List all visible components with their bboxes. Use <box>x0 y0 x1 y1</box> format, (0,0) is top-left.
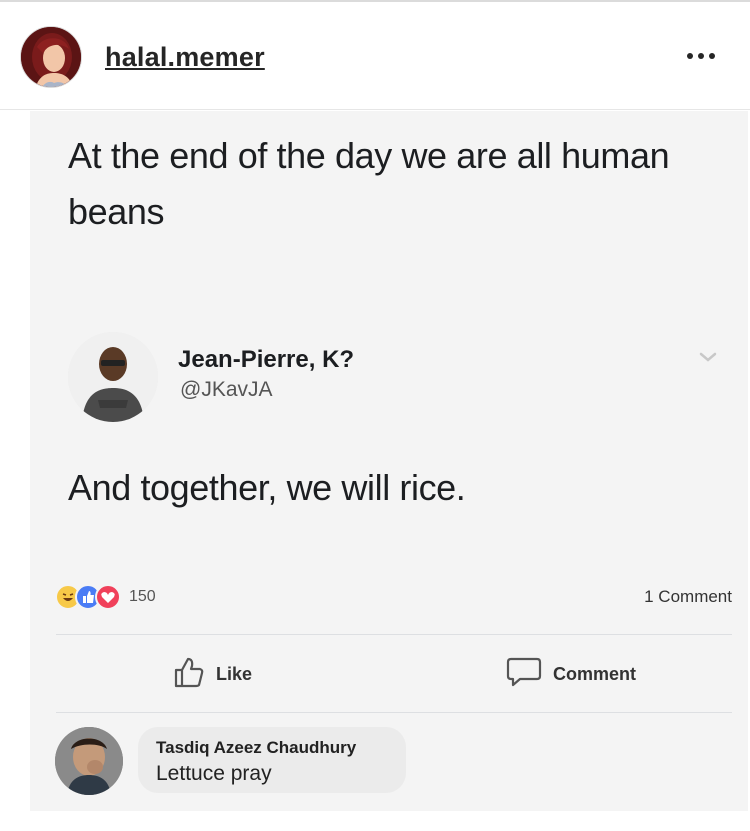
comment-label: Comment <box>553 663 637 684</box>
username-link[interactable]: halal.memer <box>105 42 265 73</box>
tweet-author-avatar[interactable] <box>68 332 158 422</box>
profile-avatar[interactable] <box>20 26 82 88</box>
chevron-down-icon[interactable] <box>698 350 718 364</box>
like-label: Like <box>216 663 253 684</box>
post-header: halal.memer <box>0 0 750 110</box>
comment-button[interactable]: Comment <box>505 652 636 696</box>
reactions-summary[interactable]: 150 <box>55 584 156 610</box>
comment-icon <box>505 655 543 694</box>
avatar-illustration <box>21 27 81 87</box>
tweet-avatar-photo <box>68 332 158 422</box>
like-button[interactable]: Like <box>172 652 252 696</box>
love-icon <box>95 584 121 610</box>
tweet-author-name[interactable]: Jean-Pierre, K? <box>178 346 354 374</box>
more-options-icon[interactable] <box>676 40 726 72</box>
tweet-author-handle[interactable]: @JKavJA <box>180 378 273 402</box>
comment-bubble: Tasdiq Azeez Chaudhury Lettuce pray <box>138 727 406 793</box>
comment-text: Lettuce pray <box>156 762 272 785</box>
thumbs-up-icon <box>172 655 206 694</box>
commenter-avatar[interactable] <box>55 727 123 795</box>
commenter-photo <box>55 727 123 795</box>
post-text: At the end of the day we are all human b… <box>68 135 670 232</box>
divider <box>56 712 732 713</box>
commenter-name[interactable]: Tasdiq Azeez Chaudhury <box>156 735 406 761</box>
reaction-count: 150 <box>129 588 156 605</box>
tweet-text: And together, we will rice. <box>68 467 466 508</box>
divider <box>56 634 732 635</box>
comment-count-link[interactable]: 1 Comment <box>644 587 732 607</box>
